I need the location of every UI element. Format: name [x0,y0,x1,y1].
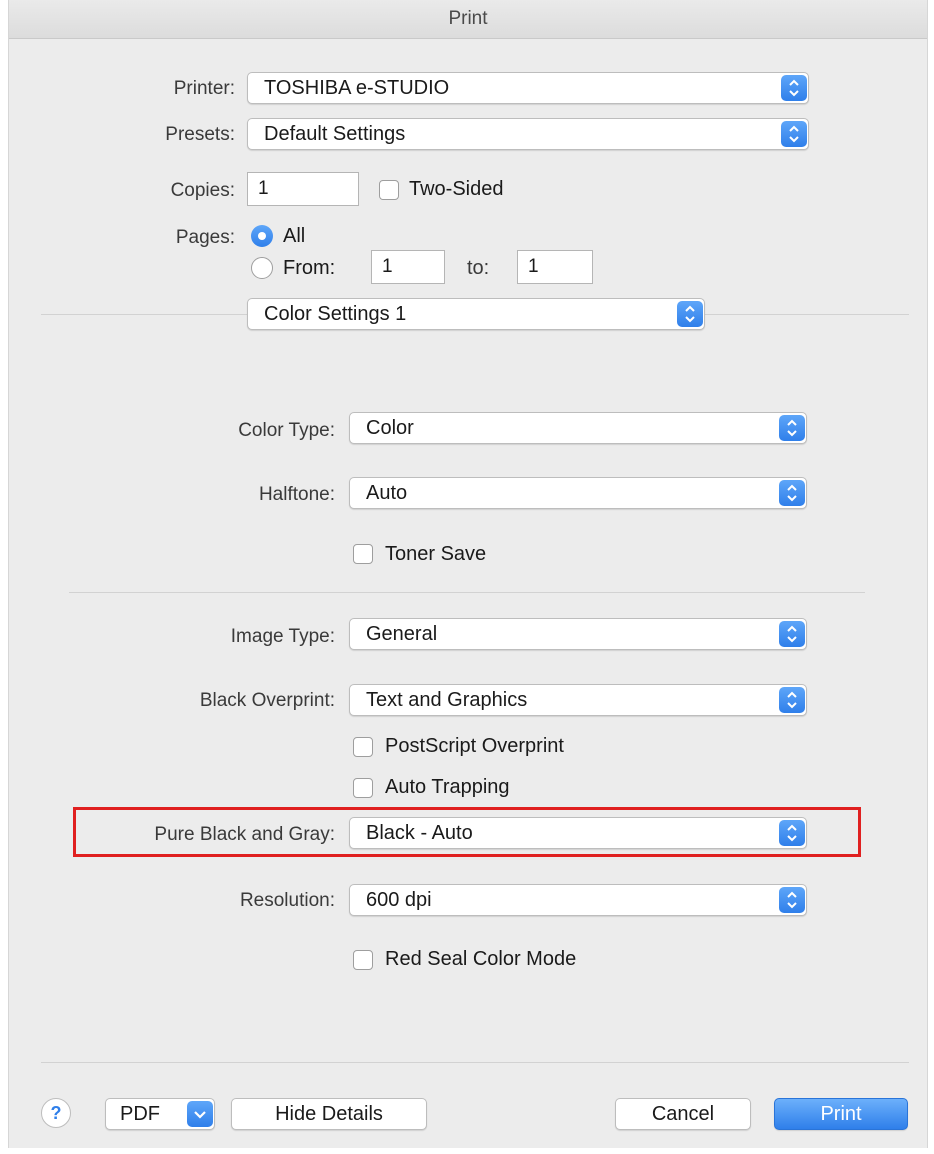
resolution-label: Resolution: [239,890,335,911]
pages-to-label: to: [467,257,490,279]
black-overprint-label: Black Overprint: [199,690,335,711]
copies-field[interactable]: 1 [247,172,359,206]
panel-selector-value: Color Settings 1 [264,303,407,325]
print-button[interactable]: Print [774,1098,908,1130]
resolution-value: 600 dpi [366,889,432,911]
pages-from-field[interactable]: 1 [371,250,445,284]
pure-black-gray-label: Pure Black and Gray: [154,824,335,845]
halftone-popup[interactable]: Auto [349,477,807,509]
two-sided-checkbox[interactable] [379,180,399,200]
resolution-popup[interactable]: 600 dpi [349,884,807,916]
presets-popup[interactable]: Default Settings [247,118,809,150]
presets-value: Default Settings [264,123,406,145]
up-down-chevron-icon [779,480,805,506]
question-mark-icon: ? [50,1103,62,1123]
hide-details-button[interactable]: Hide Details [231,1098,427,1130]
up-down-chevron-icon [781,121,807,147]
auto-trapping-checkbox[interactable] [353,778,373,798]
section-divider [69,592,865,593]
black-overprint-value: Text and Graphics [366,689,528,711]
print-dialog: Print Printer: TOSHIBA e-STUDIO Presets:… [8,0,928,1148]
image-type-label: Image Type: [230,626,335,647]
color-type-value: Color [366,417,414,439]
image-type-popup[interactable]: General [349,618,807,650]
pdf-menu-button[interactable]: PDF [105,1098,215,1130]
toner-save-label: Toner Save [385,543,487,565]
up-down-chevron-icon [779,687,805,713]
up-down-chevron-icon [779,887,805,913]
copies-label: Copies: [170,180,235,201]
two-sided-label: Two-Sided [409,178,504,200]
window-title: Print [448,8,488,29]
help-button[interactable]: ? [41,1098,71,1128]
presets-label: Presets: [165,124,235,145]
pure-black-gray-value: Black - Auto [366,822,473,844]
halftone-label: Halftone: [258,484,335,505]
auto-trapping-label: Auto Trapping [385,776,510,798]
title-bar: Print [9,0,927,39]
printer-value: TOSHIBA e-STUDIO [264,77,450,99]
toner-save-checkbox[interactable] [353,544,373,564]
color-type-label: Color Type: [238,420,335,441]
pages-from-radio[interactable] [251,257,273,279]
pdf-label: PDF [120,1103,160,1125]
printer-popup[interactable]: TOSHIBA e-STUDIO [247,72,809,104]
up-down-chevron-icon [677,301,703,327]
pages-to-field[interactable]: 1 [517,250,593,284]
pages-from-label: From: [283,257,336,279]
image-type-value: General [366,623,438,645]
up-down-chevron-icon [779,820,805,846]
printer-label: Printer: [173,78,235,99]
pages-all-radio[interactable] [251,225,273,247]
cancel-button[interactable]: Cancel [615,1098,751,1130]
up-down-chevron-icon [781,75,807,101]
red-seal-label: Red Seal Color Mode [385,948,577,970]
black-overprint-popup[interactable]: Text and Graphics [349,684,807,716]
postscript-overprint-label: PostScript Overprint [385,735,564,757]
red-seal-checkbox[interactable] [353,950,373,970]
pages-all-label: All [283,225,306,247]
chevron-down-icon [187,1101,213,1127]
postscript-overprint-checkbox[interactable] [353,737,373,757]
pages-label: Pages: [175,227,235,248]
up-down-chevron-icon [779,415,805,441]
color-type-popup[interactable]: Color [349,412,807,444]
panel-selector-popup[interactable]: Color Settings 1 [247,298,705,330]
halftone-value: Auto [366,482,408,504]
up-down-chevron-icon [779,621,805,647]
pure-black-gray-popup[interactable]: Black - Auto [349,817,807,849]
footer-divider [41,1062,909,1063]
